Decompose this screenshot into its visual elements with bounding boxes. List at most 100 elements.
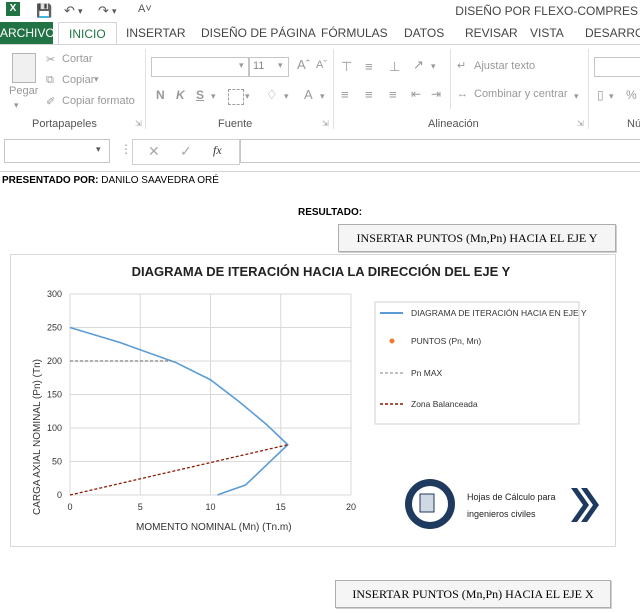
wrap-text-button[interactable]: Ajustar texto: [474, 60, 535, 72]
y-tick-label: 150: [47, 390, 62, 400]
undo-dropdown-icon[interactable]: ▾: [78, 6, 83, 17]
tab-archivo[interactable]: ARCHIVO: [0, 22, 55, 44]
align-right-icon[interactable]: ≡: [389, 87, 397, 102]
grow-font-icon[interactable]: Aˆ: [297, 57, 310, 72]
x-axis-label: MOMENTO NOMINAL (Mn) (Tn.m): [136, 522, 292, 533]
italic-button[interactable]: K: [176, 88, 185, 102]
font-color-icon[interactable]: A: [304, 87, 313, 102]
merge-center-button[interactable]: Combinar y centrar: [474, 88, 568, 100]
logo-text-1: Hojas de Cálculo para: [467, 492, 556, 502]
x-tick-label: 15: [276, 502, 286, 512]
align-middle-icon[interactable]: ≡: [365, 59, 373, 74]
align-left-icon[interactable]: ≡: [341, 87, 349, 102]
divider: [450, 49, 451, 109]
underline-button[interactable]: S: [196, 88, 204, 102]
cancel-icon[interactable]: ✕: [148, 143, 160, 160]
alignment-launcher-icon[interactable]: ⇲: [577, 119, 584, 128]
format-painter-button[interactable]: Copiar formato: [62, 95, 135, 107]
copy-dropdown-icon[interactable]: ▾: [94, 74, 99, 85]
tab-revisar[interactable]: REVISAR: [465, 26, 518, 40]
legend-label-curve: DIAGRAMA DE ITERACIÓN HACIA EN EJE Y: [411, 308, 587, 318]
underline-dropdown-icon[interactable]: ▾: [211, 91, 216, 102]
chart-title: DIAGRAMA DE ITERACIÓN HACIA LA DIRECCIÓN…: [132, 264, 511, 279]
orientation-dropdown-icon[interactable]: ▾: [431, 61, 436, 72]
insert-points-x-button[interactable]: INSERTAR PUNTOS (Mn,Pn) HACIA EL EJE X: [335, 580, 611, 608]
borders-dropdown-icon[interactable]: ▾: [245, 91, 250, 102]
insert-points-y-button[interactable]: INSERTAR PUNTOS (Mn,Pn) HACIA EL EJE Y: [338, 224, 616, 252]
insert-function-icon[interactable]: fx: [213, 143, 222, 158]
undo-icon[interactable]: ↶: [64, 3, 75, 19]
name-box[interactable]: [4, 139, 110, 163]
redo-dropdown-icon[interactable]: ▾: [112, 6, 117, 17]
excel-logo-icon: X: [6, 2, 20, 16]
name-box-dropdown-icon[interactable]: ▾: [96, 144, 101, 155]
group-label-number: Nú: [627, 118, 640, 130]
orientation-icon[interactable]: ↗: [413, 57, 424, 73]
font-size-value: 11: [253, 60, 265, 72]
x-tick-label: 10: [205, 502, 215, 512]
paste-icon[interactable]: [12, 53, 36, 83]
x-tick-label: 0: [67, 502, 72, 512]
percent-format-icon[interactable]: %: [626, 88, 637, 102]
legend-label-points: PUNTOS (Pn, Mn): [411, 336, 481, 346]
legend-label-pnmax: Pn MAX: [411, 368, 443, 378]
presented-by-name: DANILO SAAVEDRA ORÉ: [101, 175, 219, 186]
tab-diseno-pagina[interactable]: DISEÑO DE PÁGINA: [201, 26, 316, 40]
align-bottom-icon[interactable]: ⊥: [389, 59, 400, 75]
copy-button[interactable]: Copiar: [62, 74, 94, 86]
number-format-select[interactable]: [594, 57, 640, 77]
font-size-dropdown-icon[interactable]: ▾: [278, 60, 283, 71]
redo-icon[interactable]: ↷: [98, 3, 109, 19]
formula-bar: ▾ ⋮ ✕ ✓ fx: [0, 133, 640, 172]
save-icon[interactable]: 💾: [36, 3, 52, 19]
tab-inicio[interactable]: INICIO: [58, 22, 117, 44]
font-name-dropdown-icon[interactable]: ▾: [239, 60, 244, 71]
font-color-dropdown-icon[interactable]: ▾: [320, 91, 325, 102]
divider: [588, 49, 589, 129]
align-top-icon[interactable]: ⊤: [341, 59, 352, 75]
chart-grid: [69, 293, 352, 496]
font-name-select[interactable]: [151, 57, 249, 77]
logo: Hojas de Cálculo para ingenieros civiles: [405, 479, 599, 529]
align-center-icon[interactable]: ≡: [365, 87, 373, 102]
paste-button[interactable]: Pegar: [9, 85, 38, 97]
legend-label-balanced: Zona Balanceada: [411, 399, 478, 409]
tab-datos[interactable]: DATOS: [404, 26, 444, 40]
logo-sheet-icon: [419, 493, 435, 513]
font-color-qa-icon[interactable]: A˅: [138, 3, 152, 15]
y-axis-label: CARGA AXIAL NOMINAL (Pn) (Tn): [32, 359, 43, 515]
accounting-format-icon[interactable]: ▯: [597, 88, 604, 102]
tab-formulas[interactable]: FÓRMULAS: [321, 26, 388, 40]
tab-vista[interactable]: VISTA: [530, 26, 564, 40]
accounting-dropdown-icon[interactable]: ▾: [609, 91, 614, 102]
y-tick-label: 50: [52, 457, 62, 467]
clipboard-launcher-icon[interactable]: ⇲: [135, 119, 142, 128]
borders-icon[interactable]: [228, 89, 244, 105]
fill-color-icon[interactable]: ♢: [266, 87, 278, 103]
paste-dropdown-icon[interactable]: ▾: [14, 100, 19, 111]
shrink-font-icon[interactable]: Aˇ: [316, 59, 327, 71]
tab-insertar[interactable]: INSERTAR: [126, 26, 186, 40]
merge-dropdown-icon[interactable]: ▾: [574, 91, 579, 102]
fill-color-dropdown-icon[interactable]: ▾: [284, 91, 289, 102]
increase-indent-icon[interactable]: ⇥: [431, 87, 441, 101]
tab-desarrollador[interactable]: DESARROLL: [585, 26, 640, 40]
presented-by: PRESENTADO POR: DANILO SAAVEDRA ORÉ: [2, 175, 219, 186]
chart-series: [69, 326, 289, 496]
cut-button[interactable]: Cortar: [62, 53, 93, 65]
y-tick-label: 250: [47, 323, 62, 333]
result-label: RESULTADO:: [298, 207, 363, 218]
chart-area[interactable]: DIAGRAMA DE ITERACIÓN HACIA LA DIRECCIÓN…: [10, 254, 616, 547]
bold-button[interactable]: N: [156, 88, 165, 102]
font-launcher-icon[interactable]: ⇲: [322, 119, 329, 128]
interaction-diagram-chart: DIAGRAMA DE ITERACIÓN HACIA LA DIRECCIÓN…: [32, 264, 599, 533]
ribbon-tabs: ARCHIVO INICIO INSERTAR DISEÑO DE PÁGINA…: [0, 22, 640, 44]
formula-input[interactable]: [240, 139, 640, 163]
y-tick-label: 0: [57, 490, 62, 500]
legend-swatch: [389, 338, 395, 344]
merge-center-icon: ↔: [457, 88, 468, 100]
enter-icon[interactable]: ✓: [180, 143, 192, 160]
decrease-indent-icon[interactable]: ⇤: [411, 87, 421, 101]
title-bar: X 💾 ↶ ▾ ↷ ▾ A˅ DISEÑO POR FLEXO-COMPRES: [0, 0, 640, 22]
ribbon: Pegar ▾ ✂ Cortar ⧉ Copiar ▾ ✐ Copiar for…: [0, 44, 640, 134]
